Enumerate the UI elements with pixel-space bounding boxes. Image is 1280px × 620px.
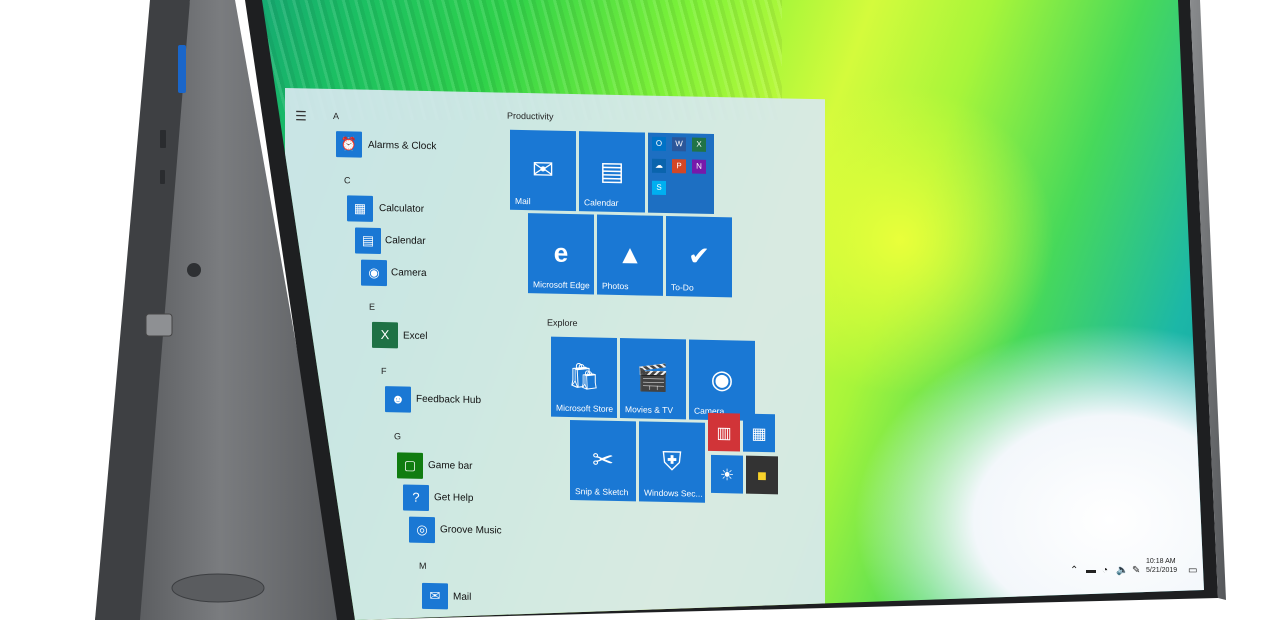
tile-windows-security[interactable]: ⛨ Windows Sec... xyxy=(639,421,705,503)
app-item-get-help[interactable]: Get Help xyxy=(434,492,473,504)
snip-icon: ✂ xyxy=(592,444,614,475)
skype-icon: S xyxy=(652,180,666,195)
camera-icon: ◉ xyxy=(361,259,387,287)
pictures-icon[interactable]: ▣ xyxy=(293,558,309,574)
tile-camera[interactable]: ◉ Camera xyxy=(689,339,755,421)
hamburger-menu-icon[interactable]: ☰ xyxy=(293,108,309,124)
music-icon: ◎ xyxy=(409,516,435,544)
taskbar-tray: ⌃ ▬ ◔ 🔈 ✎ 10:18 AM 5/21/2019 ▭ xyxy=(1060,543,1204,583)
app-item-camera[interactable]: Camera xyxy=(391,267,427,279)
app-list-letter[interactable]: G xyxy=(394,431,401,441)
alarm-clock-icon: ⏰ xyxy=(336,131,362,158)
tile-group-title[interactable]: Explore xyxy=(547,317,578,328)
audio-jack-icon xyxy=(187,263,201,277)
stylus-slot-icon xyxy=(145,313,173,337)
tile-office-apps[interactable]: O W X ☁ P N S xyxy=(648,132,714,214)
game-bar-icon: ▢ xyxy=(397,452,423,479)
store-icon: 🛍 xyxy=(567,360,601,392)
sun-icon: ☀ xyxy=(719,467,735,485)
user-avatar-icon[interactable]: ☺ xyxy=(293,468,309,485)
settings-gear-icon[interactable]: ⚙ xyxy=(293,603,309,619)
feedback-icon: ☻ xyxy=(385,386,411,413)
onenote-icon: N xyxy=(692,159,706,174)
onedrive-icon: ☁ xyxy=(652,158,666,173)
excel-icon: X xyxy=(692,137,706,152)
help-icon: ? xyxy=(403,484,429,512)
camera-icon: ◉ xyxy=(710,363,734,395)
start-menu: ☰ ☺ 🗋 ▣ ⚙ A ⏰ Alarms & Clock C ▦ Calcula… xyxy=(285,88,825,620)
app-list-letter[interactable]: E xyxy=(369,302,375,312)
checkmark-icon: ✔ xyxy=(688,240,710,271)
tile-sticky-notes[interactable]: ■ xyxy=(746,455,778,495)
app-item-groove-music[interactable]: Groove Music xyxy=(440,524,502,536)
tile-to-do[interactable]: ✔ To-Do xyxy=(666,215,732,298)
fingerprint-reader-icon xyxy=(171,573,265,603)
documents-icon[interactable]: 🗋 xyxy=(293,513,309,529)
tile-movies-tv[interactable]: 🎬 Movies & TV xyxy=(620,338,686,420)
calculator-icon: ▦ xyxy=(751,425,767,444)
volume-icon[interactable]: 🔈 xyxy=(1116,565,1128,576)
tile-microsoft-edge[interactable]: e Microsoft Edge xyxy=(528,213,594,295)
app-item-feedback-hub[interactable]: Feedback Hub xyxy=(416,394,481,406)
tile-label: Calendar xyxy=(584,197,619,208)
outlook-icon: O xyxy=(652,136,666,151)
app-item-excel[interactable]: Excel xyxy=(403,330,427,342)
pen-icon[interactable]: ✎ xyxy=(1132,565,1140,576)
tile-label: Photos xyxy=(602,280,629,292)
clock-time: 10:18 AM xyxy=(1146,558,1176,565)
tile-snip-sketch[interactable]: ✂ Snip & Sketch xyxy=(570,419,636,502)
tile-label: To-Do xyxy=(671,282,694,293)
photos-icon: ▲ xyxy=(617,238,643,270)
powerpoint-icon: P xyxy=(672,159,686,174)
news-icon: ▥ xyxy=(716,425,732,443)
app-list-letter[interactable]: M xyxy=(419,561,427,571)
tile-label: Microsoft Store xyxy=(556,402,614,414)
network-icon[interactable]: ◔ xyxy=(1102,565,1108,576)
tile-photos[interactable]: ▲ Photos xyxy=(597,214,663,296)
tile-label: Windows Sec... xyxy=(644,487,703,499)
app-item-calendar[interactable]: Calendar xyxy=(385,235,426,247)
app-list-letter[interactable]: C xyxy=(344,175,351,185)
port-icon xyxy=(160,130,166,148)
app-item-calculator[interactable]: Calculator xyxy=(379,203,424,215)
mail-icon: ✉ xyxy=(532,154,554,185)
tile-calculator[interactable]: ▦ xyxy=(743,413,775,453)
battery-icon[interactable]: ▬ xyxy=(1086,565,1096,576)
excel-icon: X xyxy=(372,321,398,349)
screen: ☰ ☺ 🗋 ▣ ⚙ A ⏰ Alarms & Clock C ▦ Calcula… xyxy=(262,0,1204,620)
start-rail: ☰ ☺ 🗋 ▣ ⚙ xyxy=(285,88,317,620)
calendar-icon: ▤ xyxy=(599,155,625,187)
app-item-mail[interactable]: Mail xyxy=(453,592,471,603)
edge-icon: e xyxy=(553,237,569,268)
app-list-letter[interactable]: F xyxy=(381,366,387,376)
chevron-up-icon[interactable]: ⌃ xyxy=(1070,565,1078,576)
word-icon: W xyxy=(672,137,686,152)
tile-label: Microsoft Edge xyxy=(533,279,590,291)
tile-news[interactable]: ▥ xyxy=(708,412,740,452)
movies-icon: 🎬 xyxy=(636,362,670,394)
tile-calendar[interactable]: ▤ Calendar xyxy=(579,131,645,213)
tile-group-title[interactable]: Productivity xyxy=(507,111,554,122)
usb-port-icon xyxy=(178,45,186,93)
app-item-game-bar[interactable]: Game bar xyxy=(428,460,472,472)
notification-icon[interactable]: ▭ xyxy=(1188,565,1197,576)
tile-microsoft-store[interactable]: 🛍 Microsoft Store xyxy=(551,336,617,418)
port-icon xyxy=(160,170,165,184)
calculator-icon: ▦ xyxy=(347,195,373,222)
mail-icon: ✉ xyxy=(422,582,448,610)
tile-label: Mail xyxy=(515,195,531,207)
device-photo: ☰ ☺ 🗋 ▣ ⚙ A ⏰ Alarms & Clock C ▦ Calcula… xyxy=(0,0,1280,620)
shield-icon: ⛨ xyxy=(662,445,682,477)
tile-label: Snip & Sketch xyxy=(575,486,629,498)
tile-mail[interactable]: ✉ Mail xyxy=(510,129,576,212)
tile-weather[interactable]: ☀ xyxy=(711,454,743,494)
laptop-side xyxy=(95,0,190,620)
app-list-letter[interactable]: A xyxy=(333,111,339,121)
sticky-note-icon: ■ xyxy=(757,467,767,486)
app-item-alarms-clock[interactable]: Alarms & Clock xyxy=(368,140,436,152)
calendar-icon: ▤ xyxy=(355,227,381,255)
tile-label: Movies & TV xyxy=(625,404,674,416)
clock-date: 5/21/2019 xyxy=(1146,567,1178,574)
clock[interactable]: 10:18 AM 5/21/2019 xyxy=(1146,557,1177,575)
